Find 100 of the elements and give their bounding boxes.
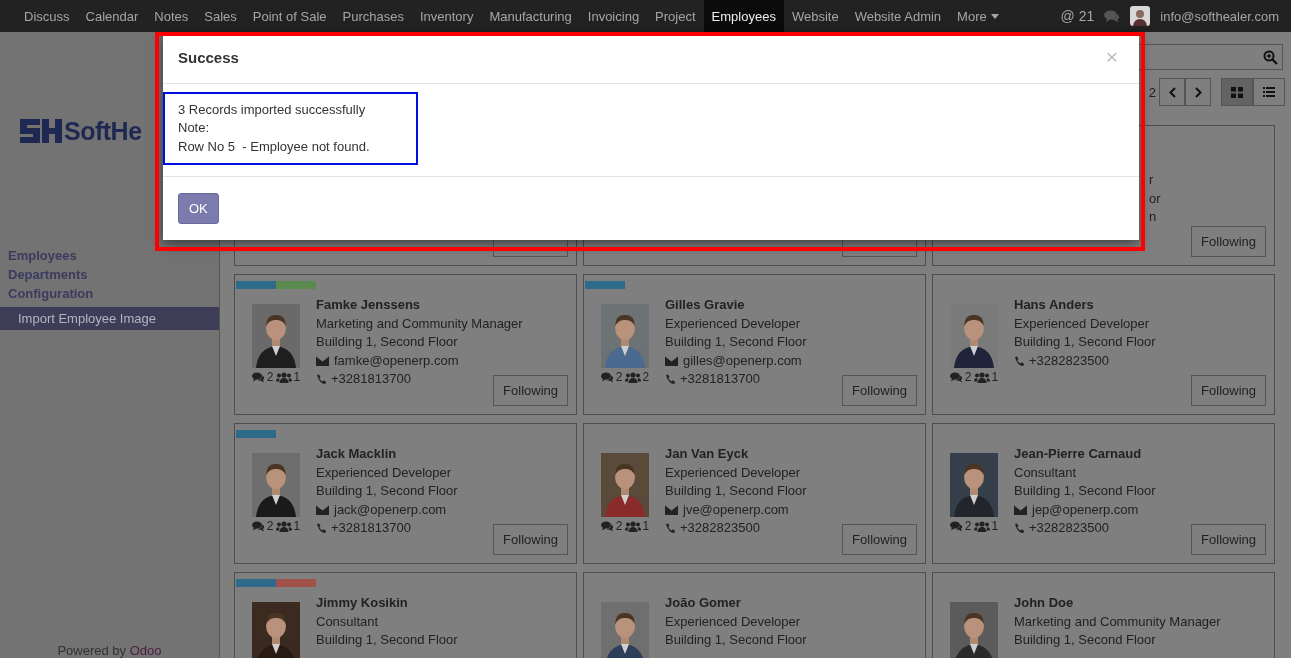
logo-text: SoftHe bbox=[64, 116, 142, 146]
message-text: Row No 5 - Employee not found. bbox=[178, 137, 371, 156]
work-location: Building 1, Second Floor bbox=[316, 631, 458, 650]
app-menu-item[interactable]: Manufacturing bbox=[481, 0, 580, 32]
card-text: or bbox=[1149, 189, 1161, 208]
message-count: 2 bbox=[615, 370, 623, 384]
app-menu-item[interactable]: Invoicing bbox=[579, 0, 648, 32]
ok-button[interactable]: OK bbox=[178, 193, 219, 224]
app-menu-item[interactable]: Website bbox=[783, 0, 847, 32]
app-menu-item[interactable]: Discuss bbox=[16, 0, 78, 32]
job-title: Experienced Developer bbox=[665, 612, 802, 631]
job-title: Experienced Developer bbox=[1014, 314, 1151, 333]
message-count: 2 bbox=[964, 519, 972, 533]
job-title: Experienced Developer bbox=[665, 314, 802, 333]
following-button[interactable]: Following bbox=[842, 375, 917, 406]
employee-card[interactable]: 2 1 Jan Van Eyck Experienced Developer Building 1, Second Floor jve@openerp.com +3282823500 Following bbox=[583, 423, 926, 564]
employee-card[interactable]: João Gomer Experienced Developer Building 1, Second Floor bbox=[583, 572, 926, 658]
app-menu-item[interactable]: Notes bbox=[146, 0, 197, 32]
chevron-left-icon bbox=[1168, 86, 1176, 98]
email-text: jack@openerp.com bbox=[334, 500, 447, 519]
more-menu[interactable]: More bbox=[949, 0, 1007, 32]
odoo-link[interactable]: Odoo bbox=[129, 643, 162, 658]
envelope-icon bbox=[316, 505, 329, 516]
message-text: Note: bbox=[178, 119, 211, 138]
sidebar-item[interactable]: Configuration bbox=[0, 284, 219, 303]
employee-name: Famke Jenssens bbox=[316, 296, 422, 314]
view-switch-button[interactable] bbox=[1221, 78, 1253, 106]
comments-icon bbox=[600, 371, 614, 383]
employee-name: John Doe bbox=[1014, 594, 1075, 612]
work-location: Building 1, Second Floor bbox=[316, 482, 458, 501]
work-location: Building 1, Second Floor bbox=[665, 631, 807, 650]
card-text: n bbox=[1149, 208, 1158, 227]
employee-name: João Gomer bbox=[665, 594, 742, 612]
phone-text: +3281813700 bbox=[331, 519, 411, 538]
employee-card[interactable]: 2 1 Jack Macklin Experienced Developer Building 1, Second Floor jack@openerp.com +3281813700 Following bbox=[234, 423, 577, 564]
app-menu-item[interactable]: Inventory bbox=[411, 0, 482, 32]
app-menu-item[interactable]: Sales bbox=[196, 0, 245, 32]
message-count: 2 bbox=[964, 370, 972, 384]
email-text: jve@openerp.com bbox=[683, 500, 789, 519]
envelope-icon bbox=[316, 356, 329, 367]
follower-count: 1 bbox=[293, 519, 301, 533]
follower-count: 1 bbox=[991, 519, 999, 533]
app-menu-item[interactable]: Employees bbox=[703, 0, 784, 32]
job-title: Marketing and Community Manager bbox=[316, 314, 523, 333]
following-button[interactable]: Following bbox=[493, 375, 568, 406]
caret-icon bbox=[990, 13, 999, 19]
chat-icon[interactable] bbox=[1104, 9, 1121, 23]
following-button[interactable]: Following bbox=[1191, 524, 1266, 555]
app-menu-item[interactable]: Point of Sale bbox=[244, 0, 335, 32]
phone-text: +3282823500 bbox=[1029, 351, 1109, 370]
employee-name: Jan Van Eyck bbox=[665, 445, 750, 463]
employee-card[interactable]: 2 1 Famke Jenssens Marketing and Community Manager Building 1, Second Floor famke@openerp.com +3281813700 Following bbox=[234, 274, 577, 415]
users-icon bbox=[275, 371, 292, 383]
grid-icon bbox=[1231, 86, 1243, 98]
logo-icon bbox=[20, 119, 62, 143]
app-menu-item[interactable]: Purchases bbox=[334, 0, 412, 32]
comments-icon bbox=[600, 520, 614, 532]
mention-counter[interactable]: @ 21 bbox=[1060, 8, 1095, 24]
message-text: 3 Records imported successfully bbox=[178, 100, 367, 119]
users-icon bbox=[624, 520, 641, 532]
phone-icon bbox=[1014, 523, 1024, 535]
app-menu-item[interactable]: Calendar bbox=[77, 0, 147, 32]
work-location: Building 1, Second Floor bbox=[1014, 631, 1157, 650]
phone-text: +3281813700 bbox=[680, 370, 760, 389]
employee-card[interactable]: John Doe Marketing and Community Manager Building 1, Second Floor bbox=[932, 572, 1275, 658]
job-title: Consultant bbox=[316, 612, 380, 631]
employee-name: Jimmy Kosikin bbox=[316, 594, 409, 612]
employee-name: Jack Macklin bbox=[316, 445, 398, 463]
sidebar-item[interactable]: Import Employee Image bbox=[0, 307, 219, 330]
sidebar-item[interactable]: Departments bbox=[0, 265, 219, 284]
employee-card[interactable]: 2 2 Gilles Gravie Experienced Developer Building 1, Second Floor gilles@openerp.com +3281813700 Following bbox=[583, 274, 926, 415]
follower-count: 1 bbox=[991, 370, 999, 384]
previous-button[interactable] bbox=[1159, 78, 1185, 106]
work-location: Building 1, Second Floor bbox=[1014, 333, 1156, 352]
employee-card[interactable]: Jimmy Kosikin Consultant Building 1, Second Floor bbox=[234, 572, 577, 658]
user-email[interactable]: info@softhealer.com bbox=[1160, 8, 1279, 24]
view-switch-button[interactable] bbox=[1253, 78, 1285, 106]
envelope-icon bbox=[1014, 505, 1027, 516]
phone-icon bbox=[665, 374, 675, 386]
search-icon[interactable] bbox=[1263, 49, 1278, 65]
following-button[interactable]: Following bbox=[842, 524, 917, 555]
comments-icon bbox=[949, 520, 963, 532]
users-icon bbox=[624, 371, 641, 383]
avatar-icon[interactable] bbox=[1130, 6, 1151, 26]
job-title: Experienced Developer bbox=[316, 463, 453, 482]
follower-count: 1 bbox=[293, 370, 301, 384]
employee-card[interactable]: 2 1 Jean-Pierre Carnaud Consultant Building 1, Second Floor jep@openerp.com +3282823500 Following bbox=[932, 423, 1275, 564]
comments-icon bbox=[251, 520, 265, 532]
sidebar-item[interactable]: Employees bbox=[0, 246, 219, 265]
app-menu-item[interactable]: Website Admin bbox=[846, 0, 950, 32]
employee-card[interactable]: 2 1 Hans Anders Experienced Developer Building 1, Second Floor +3282823500 Following bbox=[932, 274, 1275, 415]
following-button[interactable]: Following bbox=[1191, 226, 1266, 257]
following-button[interactable]: Following bbox=[493, 524, 568, 555]
app-menu-item[interactable]: Project bbox=[647, 0, 704, 32]
message-count: 2 bbox=[266, 370, 274, 384]
following-button[interactable]: Following bbox=[1191, 375, 1266, 406]
phone-icon bbox=[316, 374, 326, 386]
envelope-icon bbox=[665, 505, 678, 516]
next-button[interactable] bbox=[1185, 78, 1211, 106]
job-title: Marketing and Community Manager bbox=[1014, 612, 1221, 631]
